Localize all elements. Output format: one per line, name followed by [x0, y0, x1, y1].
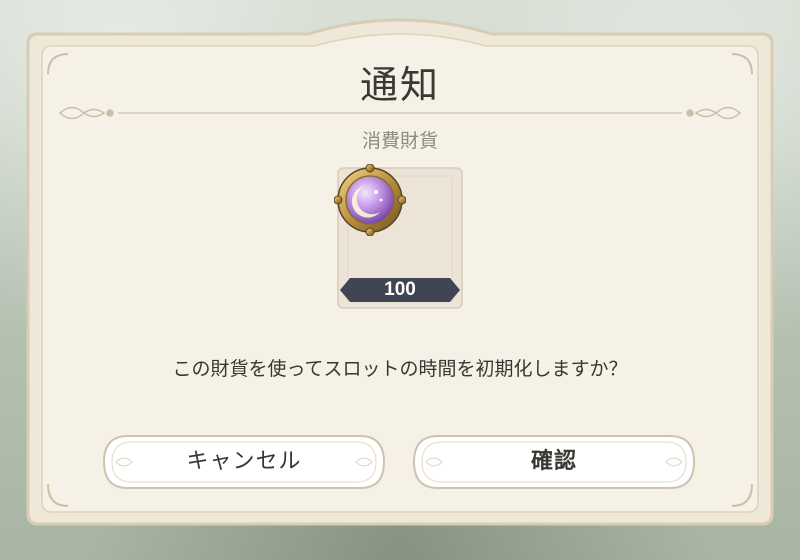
notification-dialog: 通知 消費財貨 100 この財貨を使ってスロットの時間を初期化しますか？ キャン…: [8, 14, 792, 544]
left-flourish-icon: [58, 106, 114, 120]
right-flourish-icon: [686, 106, 742, 120]
title-divider: [58, 106, 742, 120]
quantity-badge: 100: [340, 276, 460, 304]
confirm-button-label: 確認: [530, 449, 577, 474]
confirm-message: この財貨を使ってスロットの時間を初期化しますか？: [172, 358, 628, 380]
moon-orb-coin-icon: [334, 164, 406, 236]
cancel-button-label: キャンセル: [186, 449, 302, 474]
quantity-value: 100: [384, 279, 416, 300]
cost-currency-label: 消費財貨: [361, 130, 438, 152]
confirm-button[interactable]: 確認: [410, 432, 698, 492]
cancel-button[interactable]: キャンセル: [100, 432, 388, 492]
currency-item-card: 100: [334, 164, 466, 312]
